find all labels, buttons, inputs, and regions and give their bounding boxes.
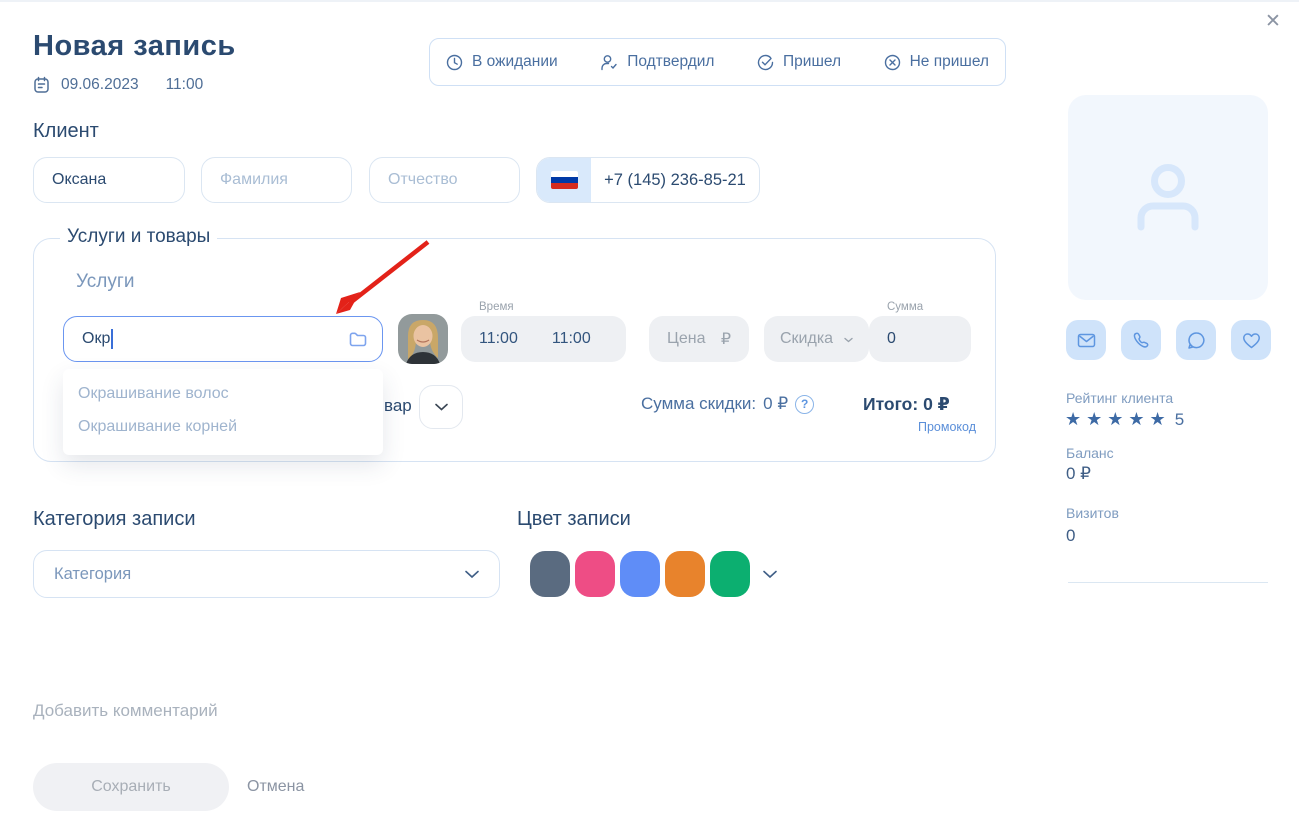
status-button-check-circle[interactable]: Пришел bbox=[757, 53, 841, 71]
chevron-down-icon bbox=[465, 565, 479, 584]
time-range-field[interactable]: 11:00 11:00 bbox=[461, 316, 626, 362]
price-input[interactable]: Цена ₽ bbox=[649, 316, 749, 362]
color-swatch[interactable] bbox=[710, 551, 750, 597]
chevron-down-icon[interactable] bbox=[844, 330, 853, 348]
category-placeholder: Категория bbox=[54, 565, 131, 584]
status-button-clock[interactable]: В ожидании bbox=[446, 53, 558, 71]
service-search-value: Окр bbox=[82, 330, 110, 348]
status-button-person-check[interactable]: Подтвердил bbox=[600, 53, 714, 71]
folder-icon[interactable] bbox=[348, 330, 368, 348]
color-swatch[interactable] bbox=[665, 551, 705, 597]
text-caret bbox=[111, 329, 113, 349]
phone-button[interactable] bbox=[1121, 320, 1161, 360]
record-color-heading: Цвет записи bbox=[517, 508, 631, 531]
sum-field[interactable]: 0 bbox=[869, 316, 971, 362]
save-button[interactable]: Сохранить bbox=[33, 763, 229, 811]
last-name-input[interactable]: Фамилия bbox=[201, 157, 352, 203]
category-select[interactable]: Категория bbox=[33, 550, 500, 598]
services-goods-panel: Услуги и товары Услуги Окр Время 11:00 1… bbox=[33, 238, 996, 462]
calendar-icon bbox=[33, 76, 50, 94]
services-label: Услуги bbox=[76, 271, 134, 293]
close-icon[interactable]: ✕ bbox=[1261, 10, 1285, 34]
suggestion-item[interactable]: Окрашивание волос bbox=[63, 377, 383, 410]
chat-button[interactable] bbox=[1176, 320, 1216, 360]
client-avatar-placeholder bbox=[1068, 95, 1268, 300]
discount-input[interactable]: Скидка bbox=[764, 316, 869, 362]
time-label: Время bbox=[479, 301, 514, 313]
ruble-sign: ₽ bbox=[721, 329, 731, 349]
color-swatch[interactable] bbox=[575, 551, 615, 597]
sidebar-divider bbox=[1068, 582, 1268, 583]
grand-total: Итого: 0 ₽ bbox=[863, 394, 950, 415]
record-time: 11:00 bbox=[166, 76, 204, 94]
date-time-row[interactable]: 09.06.2023 11:00 bbox=[33, 76, 203, 94]
heart-icon bbox=[1242, 332, 1261, 349]
color-swatch[interactable] bbox=[620, 551, 660, 597]
services-goods-legend: Услуги и товары bbox=[60, 226, 217, 248]
heart-button[interactable] bbox=[1231, 320, 1271, 360]
person-icon bbox=[1130, 156, 1206, 240]
staff-avatar[interactable] bbox=[398, 314, 448, 364]
first-name-input[interactable]: Оксана bbox=[33, 157, 185, 203]
discount-placeholder: Скидка bbox=[780, 330, 833, 348]
cross-circle-icon bbox=[884, 54, 901, 71]
client-rating-stars[interactable]: ★★★★★5 bbox=[1065, 409, 1184, 430]
person-check-icon bbox=[600, 54, 618, 71]
total-label: Итого: bbox=[863, 394, 918, 414]
sum-label: Сумма bbox=[887, 301, 923, 313]
mail-icon bbox=[1077, 333, 1096, 348]
suggestion-item[interactable]: Окрашивание корней bbox=[63, 410, 383, 443]
visits-value: 0 bbox=[1066, 526, 1075, 546]
check-circle-icon bbox=[757, 54, 774, 71]
discount-total-label: Сумма скидки: bbox=[641, 394, 756, 414]
visits-label: Визитов bbox=[1066, 505, 1119, 521]
color-swatch[interactable] bbox=[530, 551, 570, 597]
status-button-cross-circle[interactable]: Не пришел bbox=[884, 53, 989, 71]
total-value: 0 ₽ bbox=[923, 394, 950, 414]
clock-icon bbox=[446, 54, 463, 71]
question-icon[interactable]: ? bbox=[795, 395, 814, 414]
chat-icon bbox=[1187, 331, 1206, 350]
color-swatches bbox=[530, 551, 777, 597]
middle-name-input[interactable]: Отчество bbox=[369, 157, 520, 203]
time-end[interactable]: 11:00 bbox=[552, 330, 591, 348]
phone-icon bbox=[1132, 331, 1150, 349]
chevron-down-icon[interactable] bbox=[763, 570, 777, 579]
rating-label: Рейтинг клиента bbox=[1066, 390, 1173, 406]
balance-value: 0 ₽ bbox=[1066, 464, 1091, 484]
country-flag-selector[interactable] bbox=[537, 158, 591, 202]
phone-value[interactable]: +7 (145) 236-85-21 bbox=[591, 158, 759, 202]
service-search-input[interactable]: Окр bbox=[63, 316, 383, 362]
time-start[interactable]: 11:00 bbox=[479, 330, 518, 348]
cancel-button[interactable]: Отмена bbox=[247, 778, 304, 796]
discount-total-row: Сумма скидки: 0 ₽ ? bbox=[641, 394, 814, 414]
category-heading: Категория записи bbox=[33, 508, 196, 531]
price-placeholder: Цена bbox=[667, 330, 705, 348]
phone-input[interactable]: +7 (145) 236-85-21 bbox=[536, 157, 760, 203]
sum-value: 0 bbox=[887, 330, 896, 348]
promo-code-link[interactable]: Промокод bbox=[918, 420, 976, 434]
russia-flag-icon bbox=[551, 171, 578, 189]
discount-total-value: 0 ₽ bbox=[763, 394, 788, 414]
status-bar: В ожидании Подтвердил Пришел Не пришел bbox=[429, 38, 1006, 86]
comment-input[interactable]: Добавить комментарий bbox=[33, 701, 218, 721]
product-label-partial[interactable]: вар bbox=[384, 396, 412, 416]
client-heading: Клиент bbox=[33, 120, 99, 143]
balance-label: Баланс bbox=[1066, 445, 1114, 461]
mail-button[interactable] bbox=[1066, 320, 1106, 360]
expand-add-options-button[interactable] bbox=[419, 385, 463, 429]
service-suggestions-dropdown: Окрашивание волосОкрашивание корней bbox=[63, 369, 383, 455]
page-title: Новая запись bbox=[33, 30, 236, 63]
rating-value: 5 bbox=[1175, 410, 1184, 429]
record-date: 09.06.2023 bbox=[61, 76, 139, 94]
